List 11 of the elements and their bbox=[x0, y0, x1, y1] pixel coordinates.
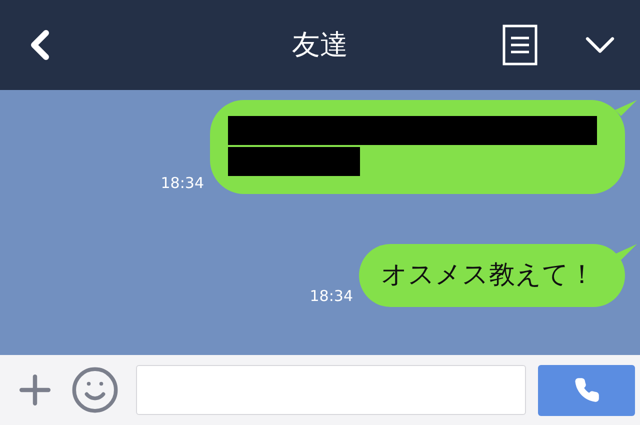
call-button[interactable] bbox=[538, 364, 635, 416]
menu-button[interactable] bbox=[502, 24, 538, 66]
smiley-icon bbox=[70, 365, 120, 415]
message-text: オスメス教えて！ bbox=[381, 260, 595, 290]
chat-title: 友達 bbox=[292, 27, 348, 63]
phone-icon bbox=[574, 377, 600, 403]
message-time: 18:34 bbox=[160, 174, 204, 192]
emoji-button[interactable] bbox=[70, 365, 120, 415]
menu-icon bbox=[502, 24, 538, 66]
message-time: 18:34 bbox=[310, 287, 353, 305]
message-field[interactable] bbox=[136, 365, 526, 415]
